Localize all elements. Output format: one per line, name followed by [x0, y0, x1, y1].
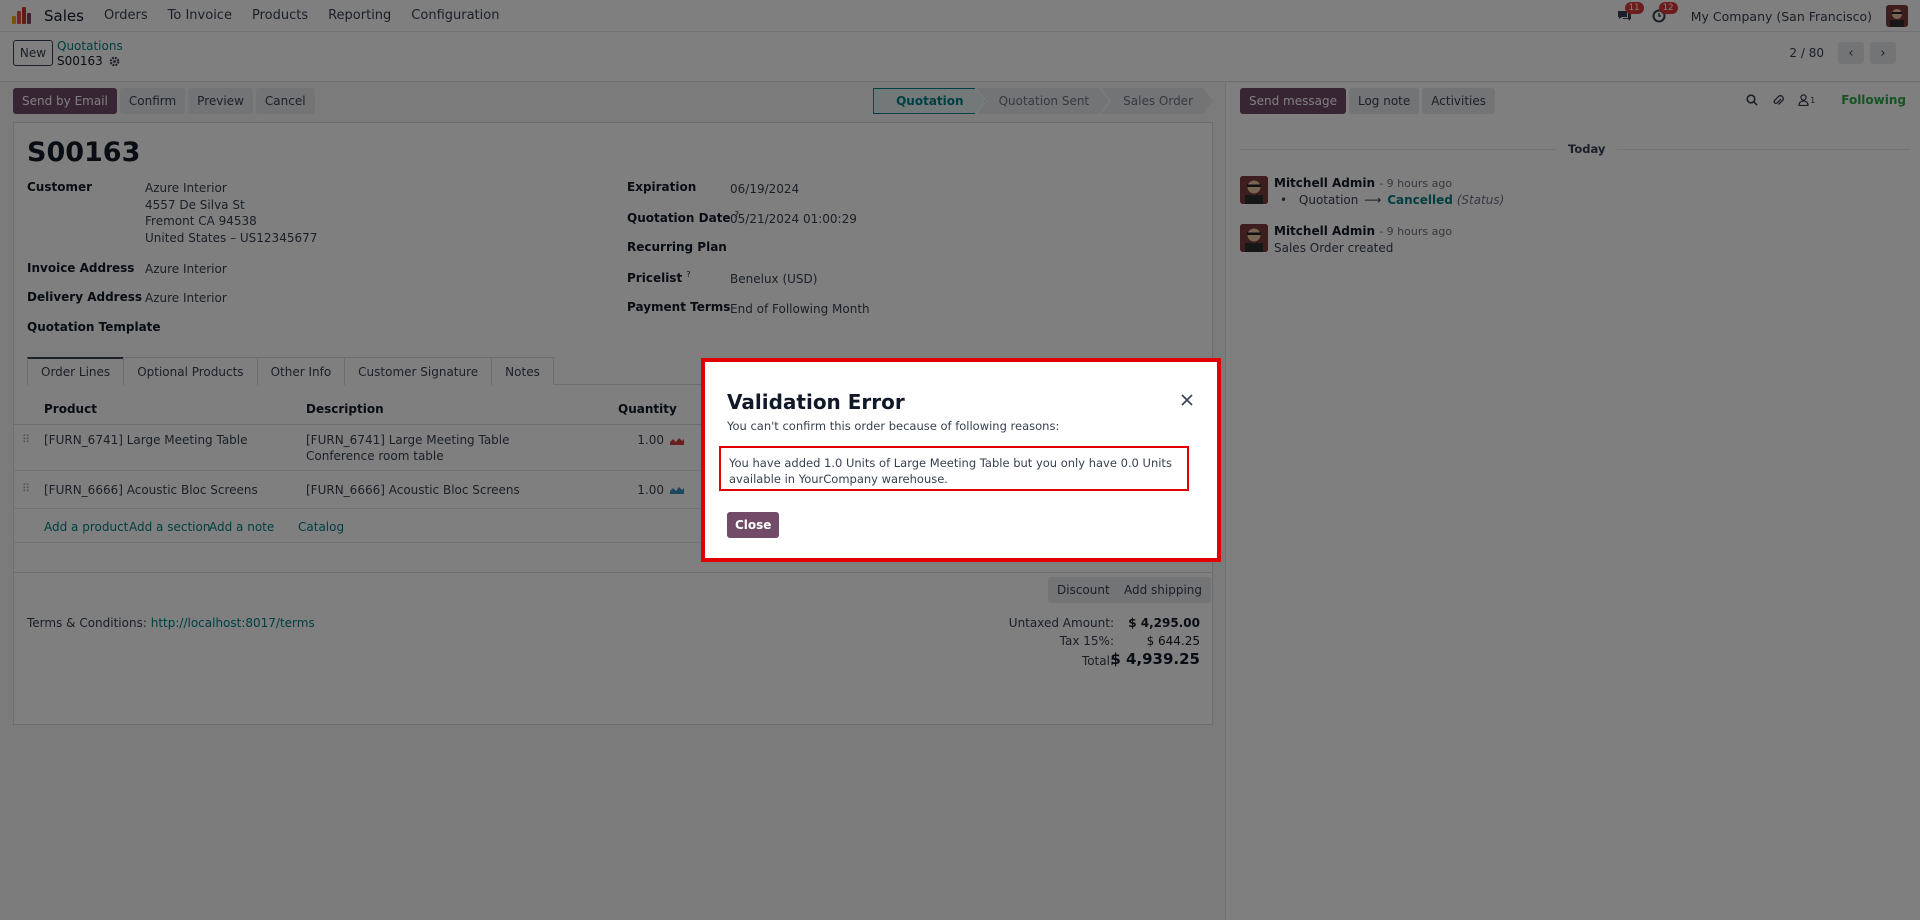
dialog-title: Validation Error — [727, 390, 905, 414]
close-icon[interactable] — [1179, 392, 1195, 408]
dialog-reason: You have added 1.0 Units of Large Meetin… — [719, 446, 1189, 491]
dialog-subtitle: You can't confirm this order because of … — [727, 419, 1060, 433]
dialog-close-button[interactable]: Close — [727, 512, 780, 538]
validation-error-dialog: Validation Error You can't confirm this … — [701, 358, 1221, 562]
